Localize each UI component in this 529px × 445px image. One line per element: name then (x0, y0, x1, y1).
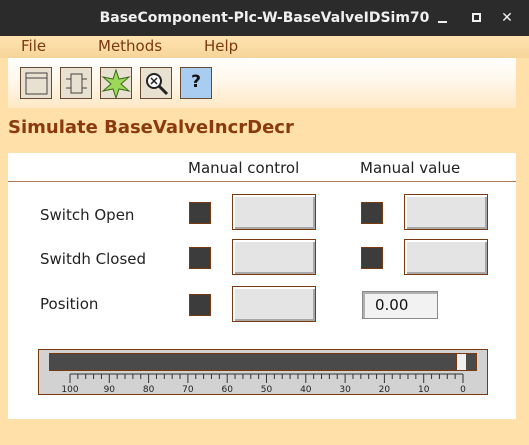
menu-methods[interactable]: Methods (98, 37, 162, 55)
zoom-icon (146, 73, 169, 96)
switch-open-control-checkbox[interactable] (189, 202, 211, 224)
scale-label: 40 (300, 385, 312, 395)
scale-label: 50 (261, 385, 273, 395)
scale-label: 90 (104, 385, 116, 395)
help-icon: ? (191, 72, 201, 92)
position-label: Position (40, 295, 99, 313)
scale-label: 0 (460, 385, 466, 395)
help-button[interactable]: ? (180, 67, 212, 99)
position-value-display: 0.00 (362, 291, 438, 319)
page-title: Simulate BaseValveIncrDecr (8, 117, 294, 138)
component-icon (66, 73, 87, 94)
scale-label: 30 (339, 385, 351, 395)
component-button[interactable] (60, 67, 92, 99)
switch-open-label: Switch Open (40, 206, 135, 224)
slider-scale: 100 90 80 70 60 50 40 30 20 10 0 (61, 373, 466, 395)
crosshair-star-icon (101, 68, 131, 100)
manual-value-header: Manual value (360, 159, 461, 177)
simulation-panel: Manual control Manual value Switch Open … (8, 153, 516, 419)
switch-open-control-button[interactable] (232, 194, 316, 230)
maximize-button[interactable] (467, 8, 487, 28)
scale-label: 100 (61, 385, 78, 395)
menu-bar: File Methods Help (0, 36, 529, 58)
switch-closed-value-checkbox[interactable] (361, 247, 383, 269)
header-divider (8, 181, 516, 182)
scale-label: 10 (418, 385, 430, 395)
window-titlebar: BaseComponent-Plc-W-BaseValveIDSim70 ✕ (0, 0, 529, 36)
switch-closed-value-button[interactable] (404, 239, 488, 275)
position-control-button[interactable] (232, 286, 316, 322)
menu-help[interactable]: Help (204, 37, 238, 55)
scale-label: 70 (182, 385, 194, 395)
switch-open-value-checkbox[interactable] (361, 202, 383, 224)
zoom-button[interactable] (140, 67, 172, 99)
graph-window-icon (25, 72, 48, 95)
position-slider[interactable]: 100 90 80 70 60 50 40 30 20 10 0 (38, 349, 488, 395)
close-button[interactable]: ✕ (497, 8, 517, 28)
switch-closed-control-button[interactable] (232, 239, 316, 275)
toolbar: ? (8, 58, 516, 108)
minimize-button[interactable] (434, 8, 454, 28)
menu-file[interactable]: File (21, 37, 46, 55)
switch-open-value-button[interactable] (404, 194, 488, 230)
graph-window-button[interactable] (20, 67, 52, 99)
scale-label: 20 (379, 385, 391, 395)
scale-label: 60 (221, 385, 233, 395)
position-control-checkbox[interactable] (189, 294, 211, 316)
switch-closed-label: Switdh Closed (40, 250, 147, 268)
manual-control-header: Manual control (188, 159, 300, 177)
scale-label: 80 (143, 385, 155, 395)
switch-closed-control-checkbox[interactable] (189, 247, 211, 269)
crosshair-star-button[interactable] (100, 67, 132, 100)
